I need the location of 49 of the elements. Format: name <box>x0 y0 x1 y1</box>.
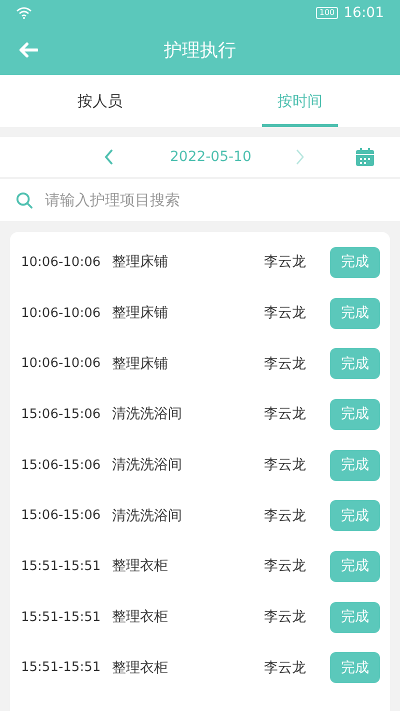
complete-button[interactable]: 完成 <box>330 602 380 633</box>
person-name: 李云龙 <box>264 304 307 322</box>
task-time: 10:06-10:06 <box>21 356 102 372</box>
battery-icon: 100 <box>316 6 338 18</box>
person-name: 李云龙 <box>264 405 307 424</box>
complete-button[interactable]: 完成 <box>330 450 380 481</box>
search-icon <box>16 192 33 208</box>
task-time: 15:06-15:06 <box>21 508 102 524</box>
wifi-icon <box>16 6 32 18</box>
complete-button[interactable]: 完成 <box>330 500 380 532</box>
status-time: 16:01 <box>344 4 384 20</box>
task-time: 15:51-15:51 <box>21 610 102 625</box>
back-arrow-icon[interactable] <box>18 42 38 58</box>
task-name: 清洗洗浴间 <box>112 405 183 424</box>
person-name: 李云龙 <box>264 506 307 525</box>
person-name: 李云龙 <box>264 456 307 474</box>
search-input[interactable]: 请输入护理项目搜索 <box>43 190 384 210</box>
person-name: 李云龙 <box>264 253 307 272</box>
complete-button[interactable]: 完成 <box>330 652 380 684</box>
person-name: 李云龙 <box>264 608 307 626</box>
person-name: 李云龙 <box>264 557 307 576</box>
task-name: 整理床铺 <box>112 304 169 322</box>
task-name: 清洗洗浴间 <box>112 506 183 525</box>
date-label: 2022-05-10 <box>170 149 252 165</box>
person-name: 李云龙 <box>264 658 307 677</box>
complete-button[interactable]: 完成 <box>330 348 380 380</box>
search-field[interactable]: 请输入护理项目搜索 <box>0 179 400 221</box>
complete-button[interactable]: 完成 <box>330 298 380 329</box>
task-name: 整理衣柜 <box>112 658 169 677</box>
page-title: 护理执行 <box>164 39 236 62</box>
task-name: 整理床铺 <box>112 354 169 373</box>
task-time: 15:06-15:06 <box>21 406 102 422</box>
task-name: 整理床铺 <box>112 253 169 272</box>
task-time: 15:51-15:51 <box>21 558 102 574</box>
task-name: 整理衣柜 <box>112 608 169 626</box>
complete-button[interactable]: 完成 <box>330 398 380 430</box>
task-time: 15:51-15:51 <box>21 660 102 676</box>
task-time: 10:06-10:06 <box>21 254 102 270</box>
task-name: 整理衣柜 <box>112 557 169 576</box>
complete-button[interactable]: 完成 <box>330 246 380 278</box>
tab[interactable]: 按人员 <box>0 75 200 127</box>
calendar-icon[interactable] <box>355 147 376 167</box>
task-name: 清洗洗浴间 <box>112 456 183 474</box>
task-time: 10:06-10:06 <box>21 306 102 321</box>
task-time: 15:06-15:06 <box>21 458 102 473</box>
tab[interactable]: 按时间 <box>200 75 400 127</box>
person-name: 李云龙 <box>264 354 307 373</box>
complete-button[interactable]: 完成 <box>330 550 380 582</box>
previous-day-icon[interactable] <box>104 149 114 165</box>
